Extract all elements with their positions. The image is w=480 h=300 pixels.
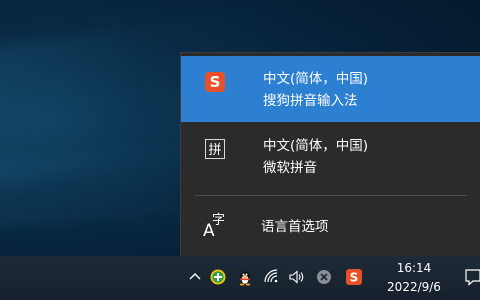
ime-item-microsoft-pinyin[interactable]: 拼 中文(简体，中国) 微软拼音 bbox=[181, 123, 480, 189]
wifi-icon[interactable] bbox=[263, 268, 281, 286]
ime-item-sogou[interactable]: S 中文(简体，中国) 搜狗拼音输入法 bbox=[181, 56, 480, 122]
ime-name-label: 微软拼音 bbox=[263, 160, 317, 176]
green-plus-app-icon[interactable] bbox=[209, 268, 227, 286]
sogou-s-icon: S bbox=[204, 71, 225, 92]
ime-name-label: 搜狗拼音输入法 bbox=[263, 93, 358, 109]
svg-text:S: S bbox=[210, 73, 221, 91]
input-method-flyout: S 中文(简体，中国) 搜狗拼音输入法 拼 中文(简体，中国) 微软拼音 A 字… bbox=[180, 52, 480, 256]
language-icon-glyph: 字 bbox=[212, 213, 226, 228]
svg-text:S: S bbox=[350, 271, 359, 285]
language-preferences-label: 语言首选项 bbox=[261, 219, 329, 235]
pinyin-icon: 拼 bbox=[204, 138, 225, 159]
volume-icon[interactable] bbox=[288, 268, 306, 286]
qq-penguin-icon[interactable] bbox=[236, 268, 254, 286]
disconnected-x-icon[interactable] bbox=[315, 268, 333, 286]
taskbar: S 16:14 2022/9/6 bbox=[0, 256, 480, 300]
pinyin-icon-glyph: 拼 bbox=[208, 143, 221, 158]
sogou-ime-icon[interactable]: S bbox=[345, 268, 363, 286]
show-hidden-icons-chevron-icon[interactable] bbox=[186, 268, 204, 286]
ime-language-label: 中文(简体，中国) bbox=[263, 138, 369, 154]
clock-time: 16:14 bbox=[396, 261, 432, 275]
taskbar-clock[interactable]: 16:14 2022/9/6 bbox=[378, 259, 450, 297]
clock-date: 2022/9/6 bbox=[387, 280, 441, 294]
menu-divider bbox=[195, 195, 467, 196]
language-settings-icon: A 字 bbox=[201, 211, 227, 241]
action-center-icon[interactable] bbox=[464, 267, 480, 286]
language-preferences-item[interactable]: A 字 语言首选项 bbox=[181, 201, 480, 253]
ime-item-text: 中文(简体，中国) 搜狗拼音输入法 bbox=[263, 68, 368, 112]
ime-language-label: 中文(简体，中国) bbox=[263, 71, 369, 87]
ime-item-text: 中文(简体，中国) 微软拼音 bbox=[263, 135, 368, 179]
